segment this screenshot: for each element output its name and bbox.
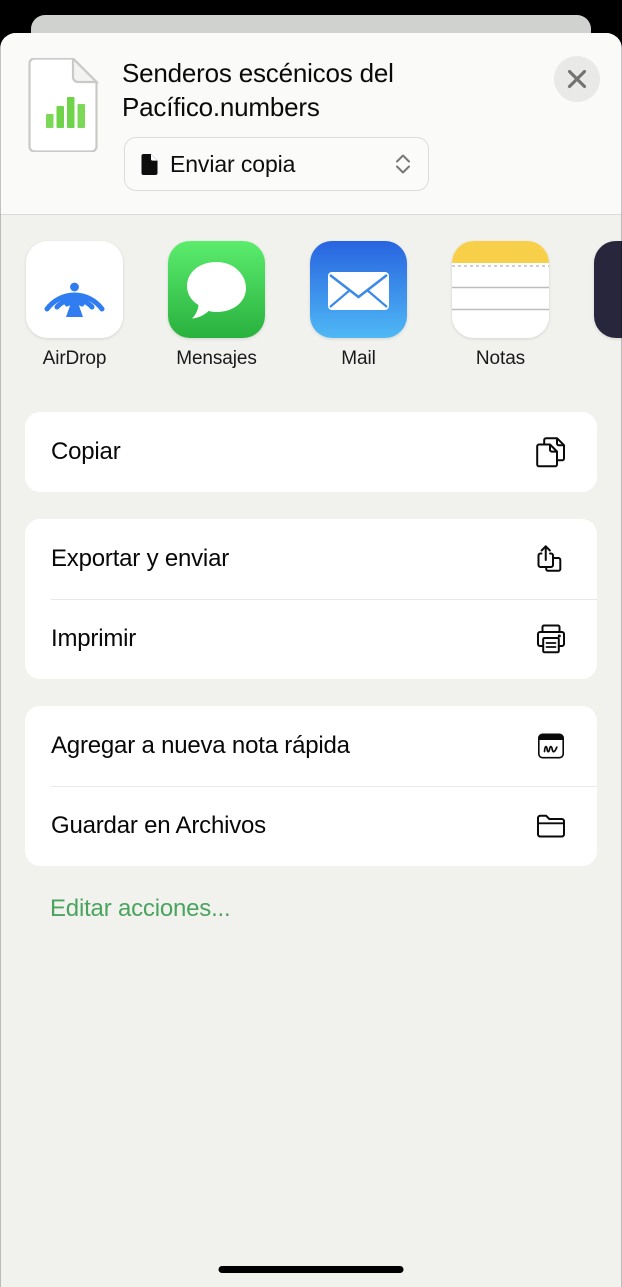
action-group: Copiar [25,412,597,492]
copy-icon [533,434,569,470]
screen: Senderos escénicos del Pacífico.numbers … [0,0,622,1287]
app-target-label: Notas [475,348,526,369]
share-sheet-header: Senderos escénicos del Pacífico.numbers … [0,33,622,215]
close-button[interactable] [554,56,600,102]
app-target-mensajes[interactable]: Mensajes [168,241,265,370]
podcasts-icon [594,241,622,338]
format-selector-button[interactable]: Enviar copia [124,137,429,191]
mail-icon [310,241,407,338]
app-target-label: AirDrop [42,348,107,369]
format-selector-label: Enviar copia [170,150,296,177]
document-title: Senderos escénicos del Pacífico.numbers [122,58,394,122]
numbers-document-icon [27,58,99,152]
device-edge-left [0,0,1,1287]
folder-icon [533,808,569,844]
action-group: Exportar y enviar Imprimir [25,519,597,679]
action-row-label: Exportar y enviar [51,545,230,572]
action-list: Copiar Exportar y enviar Imprimir Agrega… [0,412,622,923]
action-row-label: Agregar a nueva nota rápida [51,732,350,759]
action-row-label: Guardar en Archivos [51,812,266,839]
action-row-label: Copiar [51,438,121,465]
home-indicator[interactable] [218,1266,404,1273]
edit-actions-button[interactable]: Editar acciones... [25,895,231,923]
close-icon [567,69,587,89]
action-row-label: Imprimir [51,625,137,652]
app-target-mail[interactable]: Mail [310,241,407,370]
share-sheet: Senderos escénicos del Pacífico.numbers … [0,33,622,1287]
airdrop-icon [26,241,123,338]
printer-icon [533,621,569,657]
app-target-airdrop[interactable]: AirDrop [26,241,123,370]
notes-icon [452,241,549,338]
app-target-label: Mail [341,348,376,369]
action-row-imprimir[interactable]: Imprimir [25,599,597,679]
app-target-podcasts[interactable] [594,241,622,348]
messages-icon [168,241,265,338]
quick-note-icon [533,728,569,764]
app-target-notas[interactable]: Notas [452,241,549,370]
action-row-agregar-a-nueva-nota-rapida[interactable]: Agregar a nueva nota rápida [25,706,597,786]
action-row-exportar-y-enviar[interactable]: Exportar y enviar [25,519,597,599]
app-target-label: Mensajes [176,348,257,369]
document-icon [141,153,158,175]
up-down-chevron-icon [394,151,412,177]
export-share-icon [533,541,569,577]
action-row-guardar-en-archivos[interactable]: Guardar en Archivos [25,786,597,866]
action-group: Agregar a nueva nota rápida Guardar en A… [25,706,597,866]
action-row-copiar[interactable]: Copiar [25,412,597,492]
app-targets-row[interactable]: AirDrop Mensajes Mail Notas [0,215,622,397]
